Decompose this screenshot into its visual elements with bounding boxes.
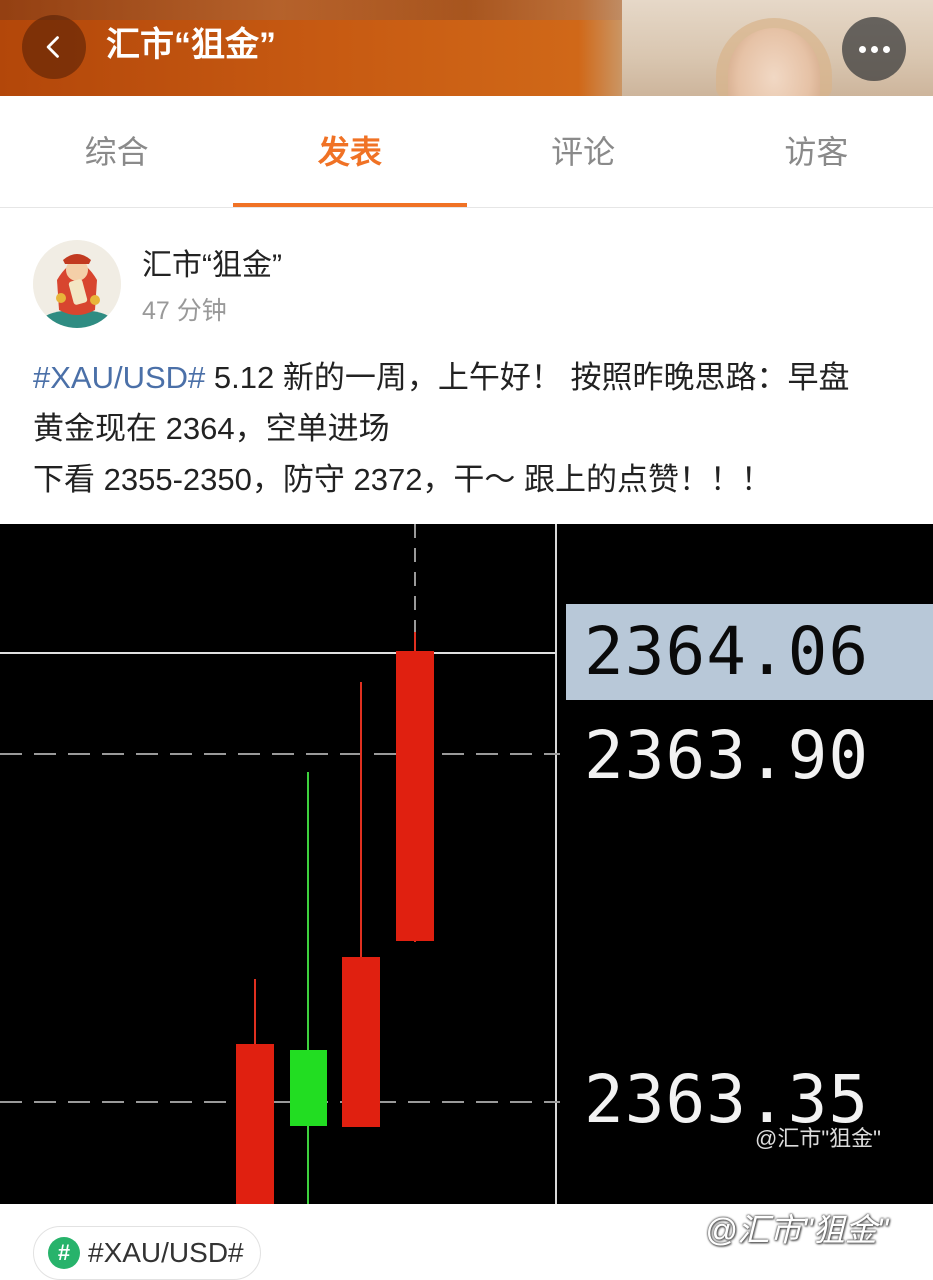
profile-header: 汇市“狙金” (0, 0, 933, 96)
more-dot (882, 45, 890, 53)
page-title: 汇市“狙金” (106, 26, 276, 64)
post-line-3: 下看 2355-2350，防守 2372，干～ 跟上的点赞！！！ (33, 462, 773, 497)
chevron-left-icon (46, 36, 59, 58)
post-line-2: 黄金现在 2364，空单进场 (33, 411, 390, 446)
more-dot (870, 45, 878, 53)
tab-overview[interactable]: 综合 (0, 96, 233, 207)
more-dots-icon (858, 45, 866, 53)
post-image-chart[interactable]: 2364.06 2363.90 2363.35 @汇市"狙金" (0, 524, 933, 1204)
candle-1-body (236, 1044, 274, 1204)
post-hashtag-link[interactable]: #XAU/USD# (33, 360, 205, 395)
tab-visitors[interactable]: 访客 (700, 96, 933, 207)
tab-posts[interactable]: 发表 (233, 96, 467, 207)
avatar[interactable] (33, 240, 121, 328)
candle-3-body (342, 957, 380, 1127)
tab-comments[interactable]: 评论 (467, 96, 700, 207)
hash-icon: # (48, 1237, 80, 1269)
chart-watermark: @汇市"狙金" (755, 1126, 881, 1151)
more-button[interactable] (842, 17, 906, 81)
post-line-1-text: 5.12 新的一周，上午好！ 按照昨晚思路：早盘 (205, 360, 850, 395)
profile-tabs: 综合 发表 评论 访客 (0, 96, 933, 208)
topic-label: #XAU/USD# (88, 1237, 244, 1268)
image-watermark: @汇市"狙金" (705, 1212, 889, 1248)
post-content: #XAU/USD# 5.12 新的一周，上午好！ 按照昨晚思路：早盘 黄金现在 … (33, 352, 913, 505)
topic-chip[interactable]: # #XAU/USD# (33, 1226, 261, 1280)
post-line-1: #XAU/USD# 5.12 新的一周，上午好！ 按照昨晚思路：早盘 (33, 352, 913, 403)
current-price-label: 2364.06 (584, 613, 870, 690)
back-button[interactable] (22, 15, 86, 79)
candle-2-body (290, 1050, 327, 1126)
post-author-name[interactable]: 汇市“狙金” (142, 246, 282, 286)
post-timestamp: 47 分钟 (142, 297, 227, 325)
candle-4-body (396, 651, 434, 941)
price-level-upper: 2363.90 (584, 717, 870, 794)
avatar-image (33, 240, 121, 328)
